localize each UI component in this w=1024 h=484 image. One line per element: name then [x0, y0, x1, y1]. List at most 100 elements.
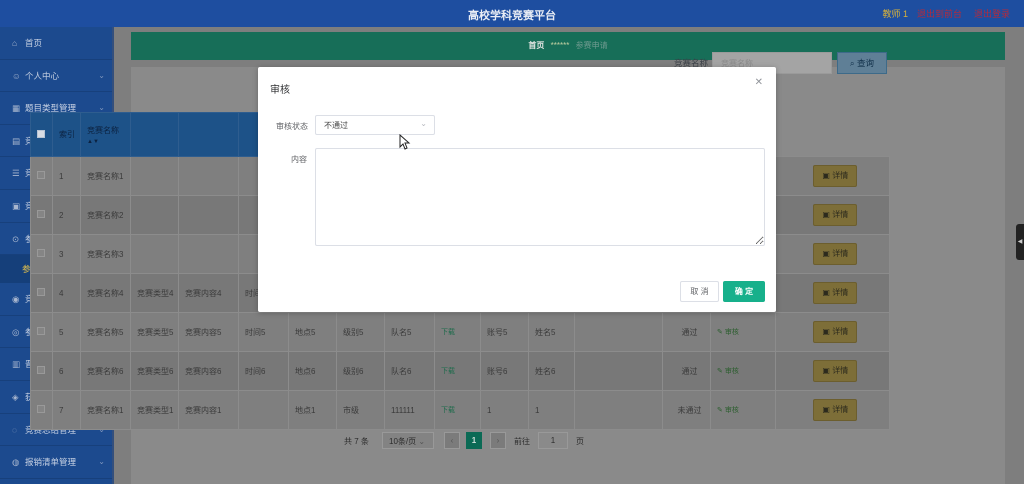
breadcrumb-home[interactable]: 首页 [528, 41, 544, 50]
row-select-cell[interactable] [30, 390, 53, 430]
table-cell: 2 [52, 195, 81, 235]
user-icon: ☺ [12, 70, 21, 81]
info-icon: ▣ [12, 200, 21, 211]
table-cell: 1 [480, 390, 529, 430]
audit-cell: ✎ 审核 [710, 312, 776, 352]
audit-link[interactable]: ✎ 审核 [717, 368, 739, 375]
table-cell: 竞赛内容1 [178, 390, 239, 430]
row-checkbox[interactable] [37, 171, 45, 179]
row-checkbox[interactable] [37, 405, 45, 413]
cell-text: 姓名5 [535, 327, 556, 337]
select-all-header[interactable] [30, 112, 53, 157]
select-all-checkbox[interactable] [37, 129, 45, 138]
sidebar-item-label: 报销清单管理 [25, 457, 77, 468]
table-cell: 通过 [662, 312, 711, 352]
pager-total: 共 7 条 [344, 437, 369, 446]
sidebar-item[interactable]: ☺ 个人中心 ⌄ [0, 60, 114, 93]
table-cell: 姓名5 [528, 312, 575, 352]
download-link[interactable]: 下载 [441, 368, 455, 375]
cell-text: 5 [59, 327, 64, 337]
cell-text: 竞赛名称4 [87, 288, 124, 298]
row-checkbox[interactable] [37, 288, 45, 296]
row-checkbox[interactable] [37, 210, 45, 218]
table-cell: 地点5 [288, 312, 337, 352]
next-page-button[interactable]: › [490, 432, 506, 449]
logout-link[interactable]: 退出登录 [974, 7, 1010, 20]
score-icon: ◉ [12, 294, 20, 305]
row-select-cell[interactable] [30, 156, 53, 196]
search-button-label: 查询 [857, 58, 875, 68]
page-number-1[interactable]: 1 [466, 432, 482, 449]
audit-link[interactable]: ✎ 审核 [717, 329, 739, 336]
table-cell: 未通过 [662, 390, 711, 430]
cell-text: 竞赛名称1 [87, 405, 124, 415]
detail-button[interactable]: ▣ 详情 [813, 204, 858, 226]
table-cell: 竞赛内容4 [178, 273, 239, 313]
search-button[interactable]: ⌕ 查询 [837, 52, 887, 74]
detail-button-label: 详情 [832, 405, 849, 414]
confirm-button[interactable]: 确 定 [723, 281, 765, 302]
content-textarea[interactable] [315, 148, 765, 246]
table-cell: 队名5 [384, 312, 435, 352]
table-cell: 竞赛类型1 [130, 390, 179, 430]
row-checkbox[interactable] [37, 366, 45, 374]
row-checkbox[interactable] [37, 249, 45, 257]
sidebar-item[interactable]: ⌂ 首页 [0, 27, 114, 60]
sidebar-item-label: 个人中心 [25, 70, 60, 81]
sidebar-item[interactable]: ◍ 报销清单管理 ⌄ [0, 446, 114, 479]
prev-page-button[interactable]: ‹ [444, 432, 460, 449]
table-cell [574, 312, 663, 352]
table-cell: 竞赛名称1 [80, 390, 131, 430]
detail-icon: ▣ [822, 288, 830, 297]
side-drawer-handle[interactable]: ◀ [1016, 224, 1024, 260]
status-select[interactable]: 不通过 ⌄ [315, 115, 435, 135]
table-cell: 竞赛内容5 [178, 312, 239, 352]
download-link[interactable]: 下载 [441, 329, 455, 336]
frontend-link[interactable]: 退出到前台 [917, 7, 962, 20]
row-select-cell[interactable] [30, 351, 53, 391]
row-checkbox[interactable] [37, 327, 45, 335]
app-title: 高校学科竞赛平台 [468, 10, 556, 22]
table-cell: 1 [52, 156, 81, 196]
table-cell: 姓名6 [528, 351, 575, 391]
row-select-cell[interactable] [30, 195, 53, 235]
header-name[interactable]: 竞赛名称 ▲▼ [80, 112, 131, 157]
detail-button[interactable]: ▣ 详情 [813, 399, 858, 421]
table-cell: 账号6 [480, 351, 529, 391]
page-size-select[interactable]: 10条/页 ⌄ [382, 432, 434, 449]
close-icon[interactable]: ✕ [755, 77, 763, 88]
table-cell [130, 195, 179, 235]
actions-cell: ▣ 详情 [774, 195, 891, 235]
actions-cell: ▣ 详情 [774, 390, 891, 430]
table-cell: 时间5 [238, 312, 289, 352]
row-select-cell[interactable] [30, 234, 53, 274]
cell-text: 竞赛内容6 [185, 366, 222, 376]
row-select-cell[interactable] [30, 312, 53, 352]
goto-page-input[interactable]: 1 [538, 432, 568, 449]
actions-cell: ▣ 详情 [774, 312, 891, 352]
home-icon: ⌂ [12, 38, 18, 48]
row-select-cell[interactable] [30, 273, 53, 313]
cell-text: 111111 [391, 405, 415, 415]
cell-text: 竞赛内容1 [185, 405, 222, 415]
table-cell [238, 390, 289, 430]
cell-text: 竞赛类型1 [137, 405, 174, 415]
cell-text: 市级 [343, 405, 359, 415]
table-cell [574, 351, 663, 391]
download-link[interactable]: 下载 [441, 407, 455, 414]
cell-text: 竞赛名称1 [87, 171, 124, 181]
detail-button[interactable]: ▣ 详情 [813, 282, 858, 304]
detail-button-label: 详情 [832, 210, 849, 219]
cell-text: 1 [59, 171, 64, 181]
table-cell: 竞赛名称6 [80, 351, 131, 391]
sort-icon[interactable]: ▲▼ [87, 139, 99, 145]
detail-button[interactable]: ▣ 详情 [813, 165, 858, 187]
detail-button[interactable]: ▣ 详情 [813, 360, 858, 382]
audit-link[interactable]: ✎ 审核 [717, 407, 739, 414]
chevron-down-icon: ⌄ [98, 70, 105, 80]
cancel-button[interactable]: 取 消 [680, 281, 719, 302]
cell-text: 级别6 [343, 366, 364, 376]
detail-button[interactable]: ▣ 详情 [813, 243, 858, 265]
cell-text: 竞赛内容4 [185, 288, 222, 298]
detail-button[interactable]: ▣ 详情 [813, 321, 858, 343]
